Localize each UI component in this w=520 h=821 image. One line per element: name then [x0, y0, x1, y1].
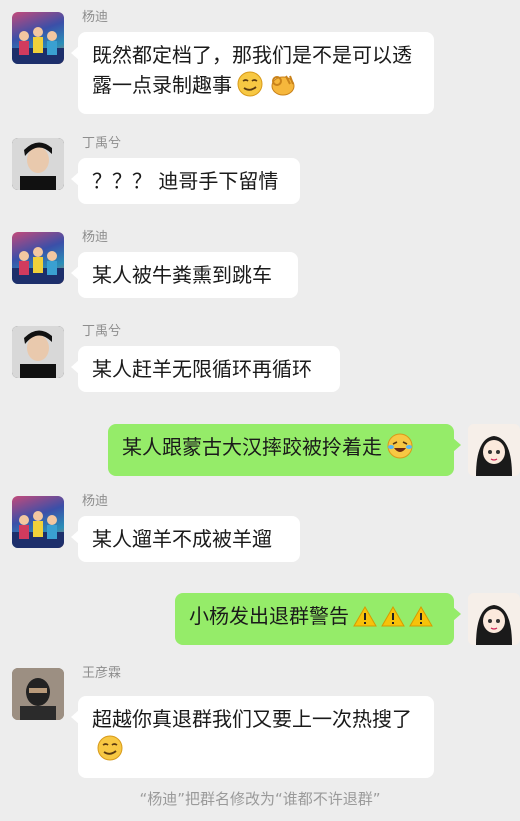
avatar-yangdi[interactable]: [12, 12, 64, 64]
group-photo-icon: [12, 511, 64, 548]
sender-name: 丁禹兮: [82, 136, 122, 151]
message-bubble[interactable]: 超越你真退群我们又要上一次热搜了: [71, 696, 434, 778]
warning-icon: [353, 605, 377, 637]
message-bubble[interactable]: 某人遛羊不成被羊遛: [71, 516, 300, 562]
sender-name: 杨迪: [82, 230, 109, 245]
anime-avatar-icon: [468, 424, 520, 476]
portrait-icon: [12, 326, 64, 378]
message-text: 某人被牛粪熏到跳车: [92, 263, 272, 287]
avatar-wangyanlin[interactable]: [12, 668, 64, 720]
sender-name: 王彦霖: [82, 666, 122, 681]
anime-avatar-icon: [468, 593, 520, 645]
portrait-icon: [12, 138, 64, 190]
avatar-dingyuxi[interactable]: [12, 138, 64, 190]
avatar-self[interactable]: [468, 424, 520, 476]
ok-hand-icon: [268, 70, 298, 106]
message-bubble[interactable]: 某人跟蒙古大汉摔跤被拎着走: [108, 424, 461, 476]
avatar-self[interactable]: [468, 593, 520, 645]
warning-icon: [409, 605, 433, 637]
group-photo-icon: [12, 247, 64, 284]
warning-icon: [381, 605, 405, 637]
message-text: 某人遛羊不成被羊遛: [92, 527, 272, 551]
message-text: 超越你真退群我们又要上一次热搜了: [92, 707, 412, 731]
message-bubble[interactable]: 某人赶羊无限循环再循环: [71, 346, 340, 392]
smirk-face-icon: [96, 734, 124, 770]
message-text: 小杨发出退群警告: [189, 604, 349, 628]
message-bubble[interactable]: 既然都定档了，那我们是不是可以透露一点录制趣事: [71, 32, 434, 114]
message-text: 某人跟蒙古大汉摔跤被拎着走: [122, 435, 382, 459]
message-bubble[interactable]: 某人被牛粪熏到跳车: [71, 252, 298, 298]
masked-person-icon: [12, 668, 64, 720]
message-text: 某人赶羊无限循环再循环: [92, 357, 312, 381]
smirk-face-icon: [236, 70, 264, 106]
group-photo-icon: [12, 27, 64, 64]
sender-name: 丁禹兮: [82, 324, 122, 339]
system-notice: “杨迪”把群名修改为“谁都不许退群”: [139, 790, 381, 808]
avatar-yangdi[interactable]: [12, 232, 64, 284]
message-bubble[interactable]: ？？？ 迪哥手下留情: [71, 158, 300, 204]
sender-name: 杨迪: [82, 10, 109, 25]
sender-name: 杨迪: [82, 494, 109, 509]
avatar-dingyuxi[interactable]: [12, 326, 64, 378]
message-bubble[interactable]: 小杨发出退群警告: [175, 593, 461, 645]
avatar-yangdi[interactable]: [12, 496, 64, 548]
message-text: ？？？ 迪哥手下留情: [92, 169, 279, 193]
laugh-cry-face-icon: [386, 432, 414, 468]
